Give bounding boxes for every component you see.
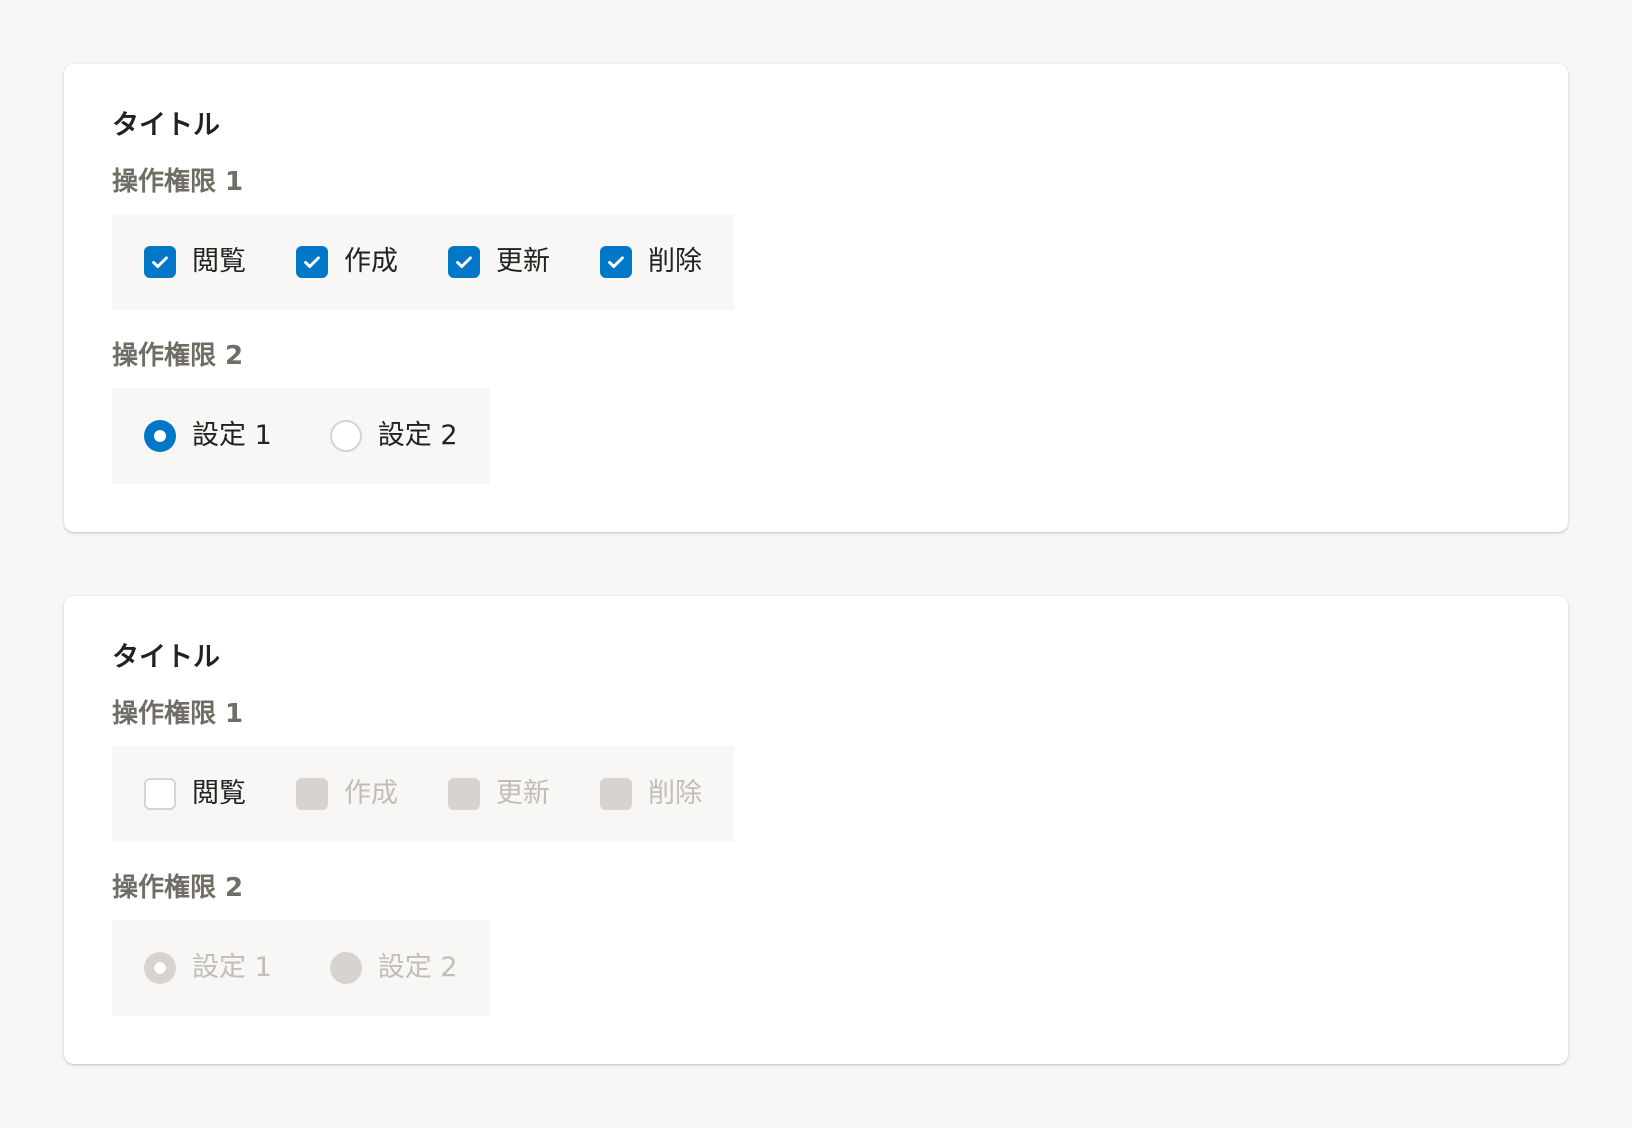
radio-setting-2-disabled: 設定 2 xyxy=(329,950,458,986)
checkbox-disabled xyxy=(296,778,328,810)
radio-selected[interactable] xyxy=(144,420,176,452)
check-icon xyxy=(304,256,320,269)
checkbox-label: 閲覧 xyxy=(192,778,246,809)
radio-setting-2[interactable]: 設定 2 xyxy=(329,418,458,454)
card-title: タイトル xyxy=(112,110,220,141)
card-title: タイトル xyxy=(112,642,220,673)
checkbox-delete-disabled: 削除 xyxy=(600,776,702,812)
permission-group-2-label: 操作権限 2 xyxy=(112,873,244,903)
checkbox-label: 更新 xyxy=(496,778,550,809)
checkbox-label: 作成 xyxy=(344,246,398,277)
checkbox-label: 閲覧 xyxy=(192,246,246,277)
permission-group-2-label: 操作権限 2 xyxy=(112,341,244,371)
checkbox-unchecked[interactable] xyxy=(144,778,176,810)
radio-dot xyxy=(154,962,166,974)
permission-group-1-label: 操作権限 1 xyxy=(112,699,244,729)
radio-setting-1-disabled: 設定 1 xyxy=(144,950,272,986)
checkbox-view[interactable]: 閲覧 xyxy=(144,244,246,280)
checkbox-view[interactable]: 閲覧 xyxy=(144,776,246,812)
checkbox-create[interactable]: 作成 xyxy=(296,244,398,280)
checkbox-checked[interactable] xyxy=(296,246,328,278)
permission-group-1-label: 操作権限 1 xyxy=(112,167,244,197)
checkbox-update[interactable]: 更新 xyxy=(448,244,550,280)
check-icon xyxy=(152,256,168,269)
checkbox-create-disabled: 作成 xyxy=(296,776,398,812)
radio-dot xyxy=(154,430,166,442)
radio-label: 設定 1 xyxy=(192,420,272,451)
checkbox-label: 削除 xyxy=(648,778,702,809)
permission-group-2-options: 設定 1 設定 2 xyxy=(112,388,490,484)
radio-setting-1[interactable]: 設定 1 xyxy=(144,418,272,454)
checkbox-disabled xyxy=(448,778,480,810)
checkbox-label: 作成 xyxy=(344,778,398,809)
check-icon xyxy=(608,256,624,269)
checkbox-disabled xyxy=(600,778,632,810)
radio-label: 設定 2 xyxy=(377,952,458,983)
checkbox-label: 削除 xyxy=(648,246,702,277)
checkbox-checked[interactable] xyxy=(448,246,480,278)
permission-group-1-options: 閲覧 作成 更新 削除 xyxy=(112,214,734,310)
permissions-card-1: タイトル 操作権限 1 閲覧 作成 更新 削除 操作権限 2 設定 1 設定 2 xyxy=(64,64,1568,532)
checkbox-label: 更新 xyxy=(496,246,550,277)
permission-group-1-options: 閲覧 作成 更新 削除 xyxy=(112,746,734,842)
radio-disabled-selected xyxy=(144,952,176,984)
radio-label: 設定 1 xyxy=(192,952,272,983)
radio-label: 設定 2 xyxy=(377,420,458,451)
checkbox-checked[interactable] xyxy=(600,246,632,278)
radio-unselected[interactable] xyxy=(329,420,362,452)
checkbox-delete[interactable]: 削除 xyxy=(600,244,702,280)
radio-disabled xyxy=(329,952,362,984)
checkbox-checked[interactable] xyxy=(144,246,176,278)
checkbox-update-disabled: 更新 xyxy=(448,776,550,812)
permissions-card-2: タイトル 操作権限 1 閲覧 作成 更新 削除 操作権限 2 設定 1 設定 2 xyxy=(64,596,1568,1064)
permission-group-2-options: 設定 1 設定 2 xyxy=(112,920,490,1016)
check-icon xyxy=(456,256,472,269)
